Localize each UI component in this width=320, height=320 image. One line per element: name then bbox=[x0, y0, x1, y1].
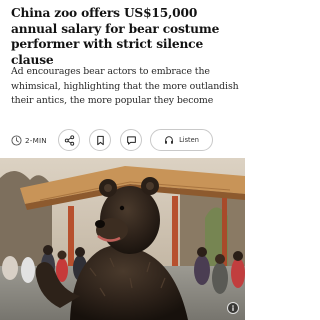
headphones-icon bbox=[165, 136, 174, 144]
listen-button[interactable]: Listen bbox=[150, 129, 213, 151]
article-standfirst: Ad encourages bear actors to embrace the… bbox=[11, 66, 239, 107]
share-button[interactable] bbox=[58, 129, 80, 151]
share-icon bbox=[64, 134, 74, 146]
bookmark-button[interactable] bbox=[89, 129, 111, 151]
article-photo bbox=[0, 158, 245, 320]
comment-icon bbox=[126, 135, 136, 145]
listen-label: Listen bbox=[179, 136, 199, 144]
article-headline: China zoo offers US$15,000 annual salary… bbox=[11, 6, 220, 67]
read-time: 2-MIN bbox=[11, 133, 47, 147]
bookmark-icon bbox=[96, 135, 104, 145]
bear-costume-photo bbox=[0, 158, 245, 320]
comment-button[interactable] bbox=[120, 129, 142, 151]
photo-info-button[interactable] bbox=[227, 302, 239, 314]
clock-icon bbox=[11, 134, 22, 146]
article-toolbar: 2-MIN Listen bbox=[9, 128, 239, 152]
info-icon bbox=[232, 305, 234, 311]
read-time-label: 2-MIN bbox=[25, 135, 47, 145]
